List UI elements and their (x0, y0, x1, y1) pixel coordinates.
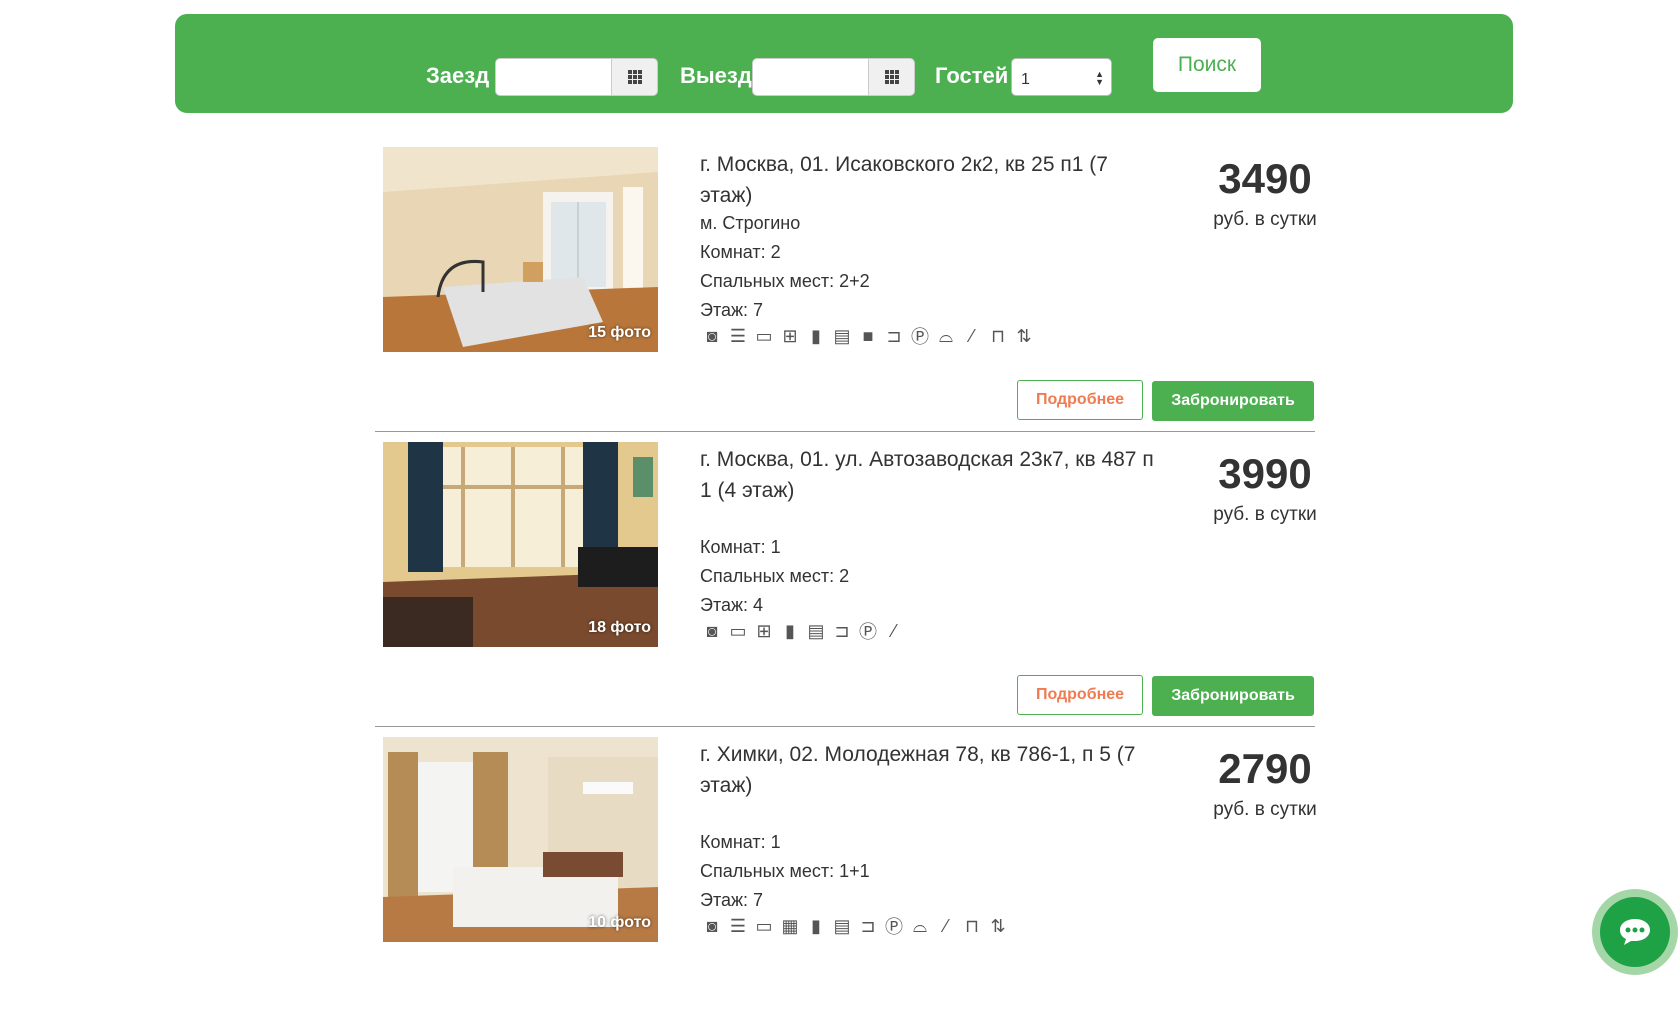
chat-button[interactable] (1592, 889, 1678, 975)
details-button[interactable]: Подробнее (1017, 380, 1143, 420)
guests-label: Гостей (935, 63, 1009, 88)
listing-card: 15 фото г. Москва, 01. Исаковского 2к2, … (375, 147, 1317, 442)
listing-floor: Этаж: 7 (700, 890, 764, 910)
fridge-icon: ▮ (785, 620, 795, 641)
shower-icon: ⁄ (944, 915, 948, 936)
amenities-row: ◙ ☰ ▭ ⊞ ▮ ▤ ■ ⊐ Ⓟ ⌓ ⁄ ⊓ ⇅ (700, 325, 1036, 348)
iron-icon: ⌓ (938, 325, 954, 346)
listing-photo[interactable]: 18 фото (383, 442, 658, 647)
microwave-icon: ▤ (833, 325, 851, 346)
fridge-icon: ▮ (811, 325, 821, 346)
price-unit: руб. в сутки (1213, 799, 1317, 820)
parking-icon: Ⓟ (859, 622, 877, 642)
book-button[interactable]: Забронировать (1152, 676, 1314, 716)
search-button[interactable]: Поиск (1153, 38, 1261, 92)
iron-icon: ⌓ (912, 915, 928, 936)
price-unit: руб. в сутки (1213, 209, 1317, 230)
crib-icon: ⊞ (782, 325, 798, 346)
photo-count: 18 фото (588, 619, 651, 636)
listing-divider (375, 431, 1315, 432)
washer-icon: ◙ (706, 620, 718, 641)
listing-card: 10 фото г. Химки, 02. Молодежная 78, кв … (375, 737, 1317, 1032)
microwave-icon: ▤ (833, 915, 851, 936)
listing-beds: Спальных мест: 2 (700, 566, 850, 586)
elevator-icon: ⇅ (990, 915, 1006, 936)
wifi-icon: ☰ (729, 325, 747, 346)
dining-icon: ⊓ (964, 915, 980, 936)
checkout-calendar-button[interactable] (869, 58, 915, 96)
oven-icon: ■ (862, 325, 874, 346)
select-arrows-icon: ▲ ▼ (1095, 69, 1104, 87)
listing-price: 3490 (1218, 155, 1312, 202)
listing-beds: Спальных мест: 1+1 (700, 861, 870, 881)
listing-price: 3990 (1218, 450, 1312, 497)
listing-divider (375, 726, 1315, 727)
amenities-row: ◙ ☰ ▭ ▦ ▮ ▤ ⊐ Ⓟ ⌓ ⁄ ⊓ ⇅ (700, 915, 1010, 938)
checkin-calendar-button[interactable] (612, 58, 658, 96)
checkout-input[interactable] (752, 58, 869, 96)
amenities-row: ◙ ▭ ⊞ ▮ ▤ ⊐ Ⓟ ⁄ (700, 620, 906, 643)
price-unit: руб. в сутки (1213, 504, 1317, 525)
listing-rooms: Комнат: 1 (700, 537, 781, 557)
tv-icon: ▭ (755, 325, 773, 346)
photo-count: 15 фото (588, 324, 651, 341)
calendar-grid-icon (627, 70, 642, 84)
crib-icon: ⊞ (756, 620, 772, 641)
listing-photo[interactable]: 10 фото (383, 737, 658, 942)
listing-card: 18 фото г. Москва, 01. ул. Автозаводская… (375, 442, 1317, 737)
details-button[interactable]: Подробнее (1017, 675, 1143, 715)
search-bar: Заезд Выезд Гостей 1 ▲ ▼ Поиск (175, 14, 1513, 113)
listing-rooms: Комнат: 2 (700, 242, 781, 262)
checkin-label: Заезд (426, 63, 490, 88)
shower-icon: ⁄ (892, 620, 896, 641)
tv-icon: ▭ (729, 620, 747, 641)
listing-address[interactable]: г. Химки, 02. Молодежная 78, кв 786-1, п… (700, 739, 1160, 801)
calendar-grid-icon (884, 70, 899, 84)
checkout-label: Выезд (680, 63, 752, 88)
dining-icon: ⊓ (990, 325, 1006, 346)
washer-icon: ◙ (706, 915, 718, 936)
listing-photo[interactable]: 15 фото (383, 147, 658, 352)
listing-address[interactable]: г. Москва, 01. Исаковского 2к2, кв 25 п1… (700, 149, 1160, 211)
guests-select[interactable]: 1 ▲ ▼ (1011, 58, 1112, 96)
air-conditioner-icon: ▦ (781, 915, 799, 936)
fridge-icon: ▮ (811, 915, 821, 936)
listing-address[interactable]: г. Москва, 01. ул. Автозаводская 23к7, к… (700, 444, 1160, 506)
wifi-icon: ☰ (729, 915, 747, 936)
hairdryer-icon: ⊐ (886, 325, 902, 346)
checkin-input[interactable] (495, 58, 612, 96)
shower-icon: ⁄ (970, 325, 974, 346)
hairdryer-icon: ⊐ (834, 620, 850, 641)
listing-beds: Спальных мест: 2+2 (700, 271, 870, 291)
listing-price: 2790 (1218, 745, 1312, 792)
parking-icon: Ⓟ (911, 327, 929, 347)
listing-floor: Этаж: 4 (700, 595, 764, 615)
book-button[interactable]: Забронировать (1152, 381, 1314, 421)
guests-value: 1 (1021, 71, 1030, 88)
microwave-icon: ▤ (807, 620, 825, 641)
hairdryer-icon: ⊐ (860, 915, 876, 936)
chat-bubble-icon (1600, 897, 1670, 967)
parking-icon: Ⓟ (885, 917, 903, 937)
listing-metro: м. Строгино (700, 213, 801, 233)
photo-count: 10 фото (588, 914, 651, 931)
tv-icon: ▭ (755, 915, 773, 936)
listing-rooms: Комнат: 1 (700, 832, 781, 852)
listing-floor: Этаж: 7 (700, 300, 764, 320)
elevator-icon: ⇅ (1016, 325, 1032, 346)
washer-icon: ◙ (706, 325, 718, 346)
